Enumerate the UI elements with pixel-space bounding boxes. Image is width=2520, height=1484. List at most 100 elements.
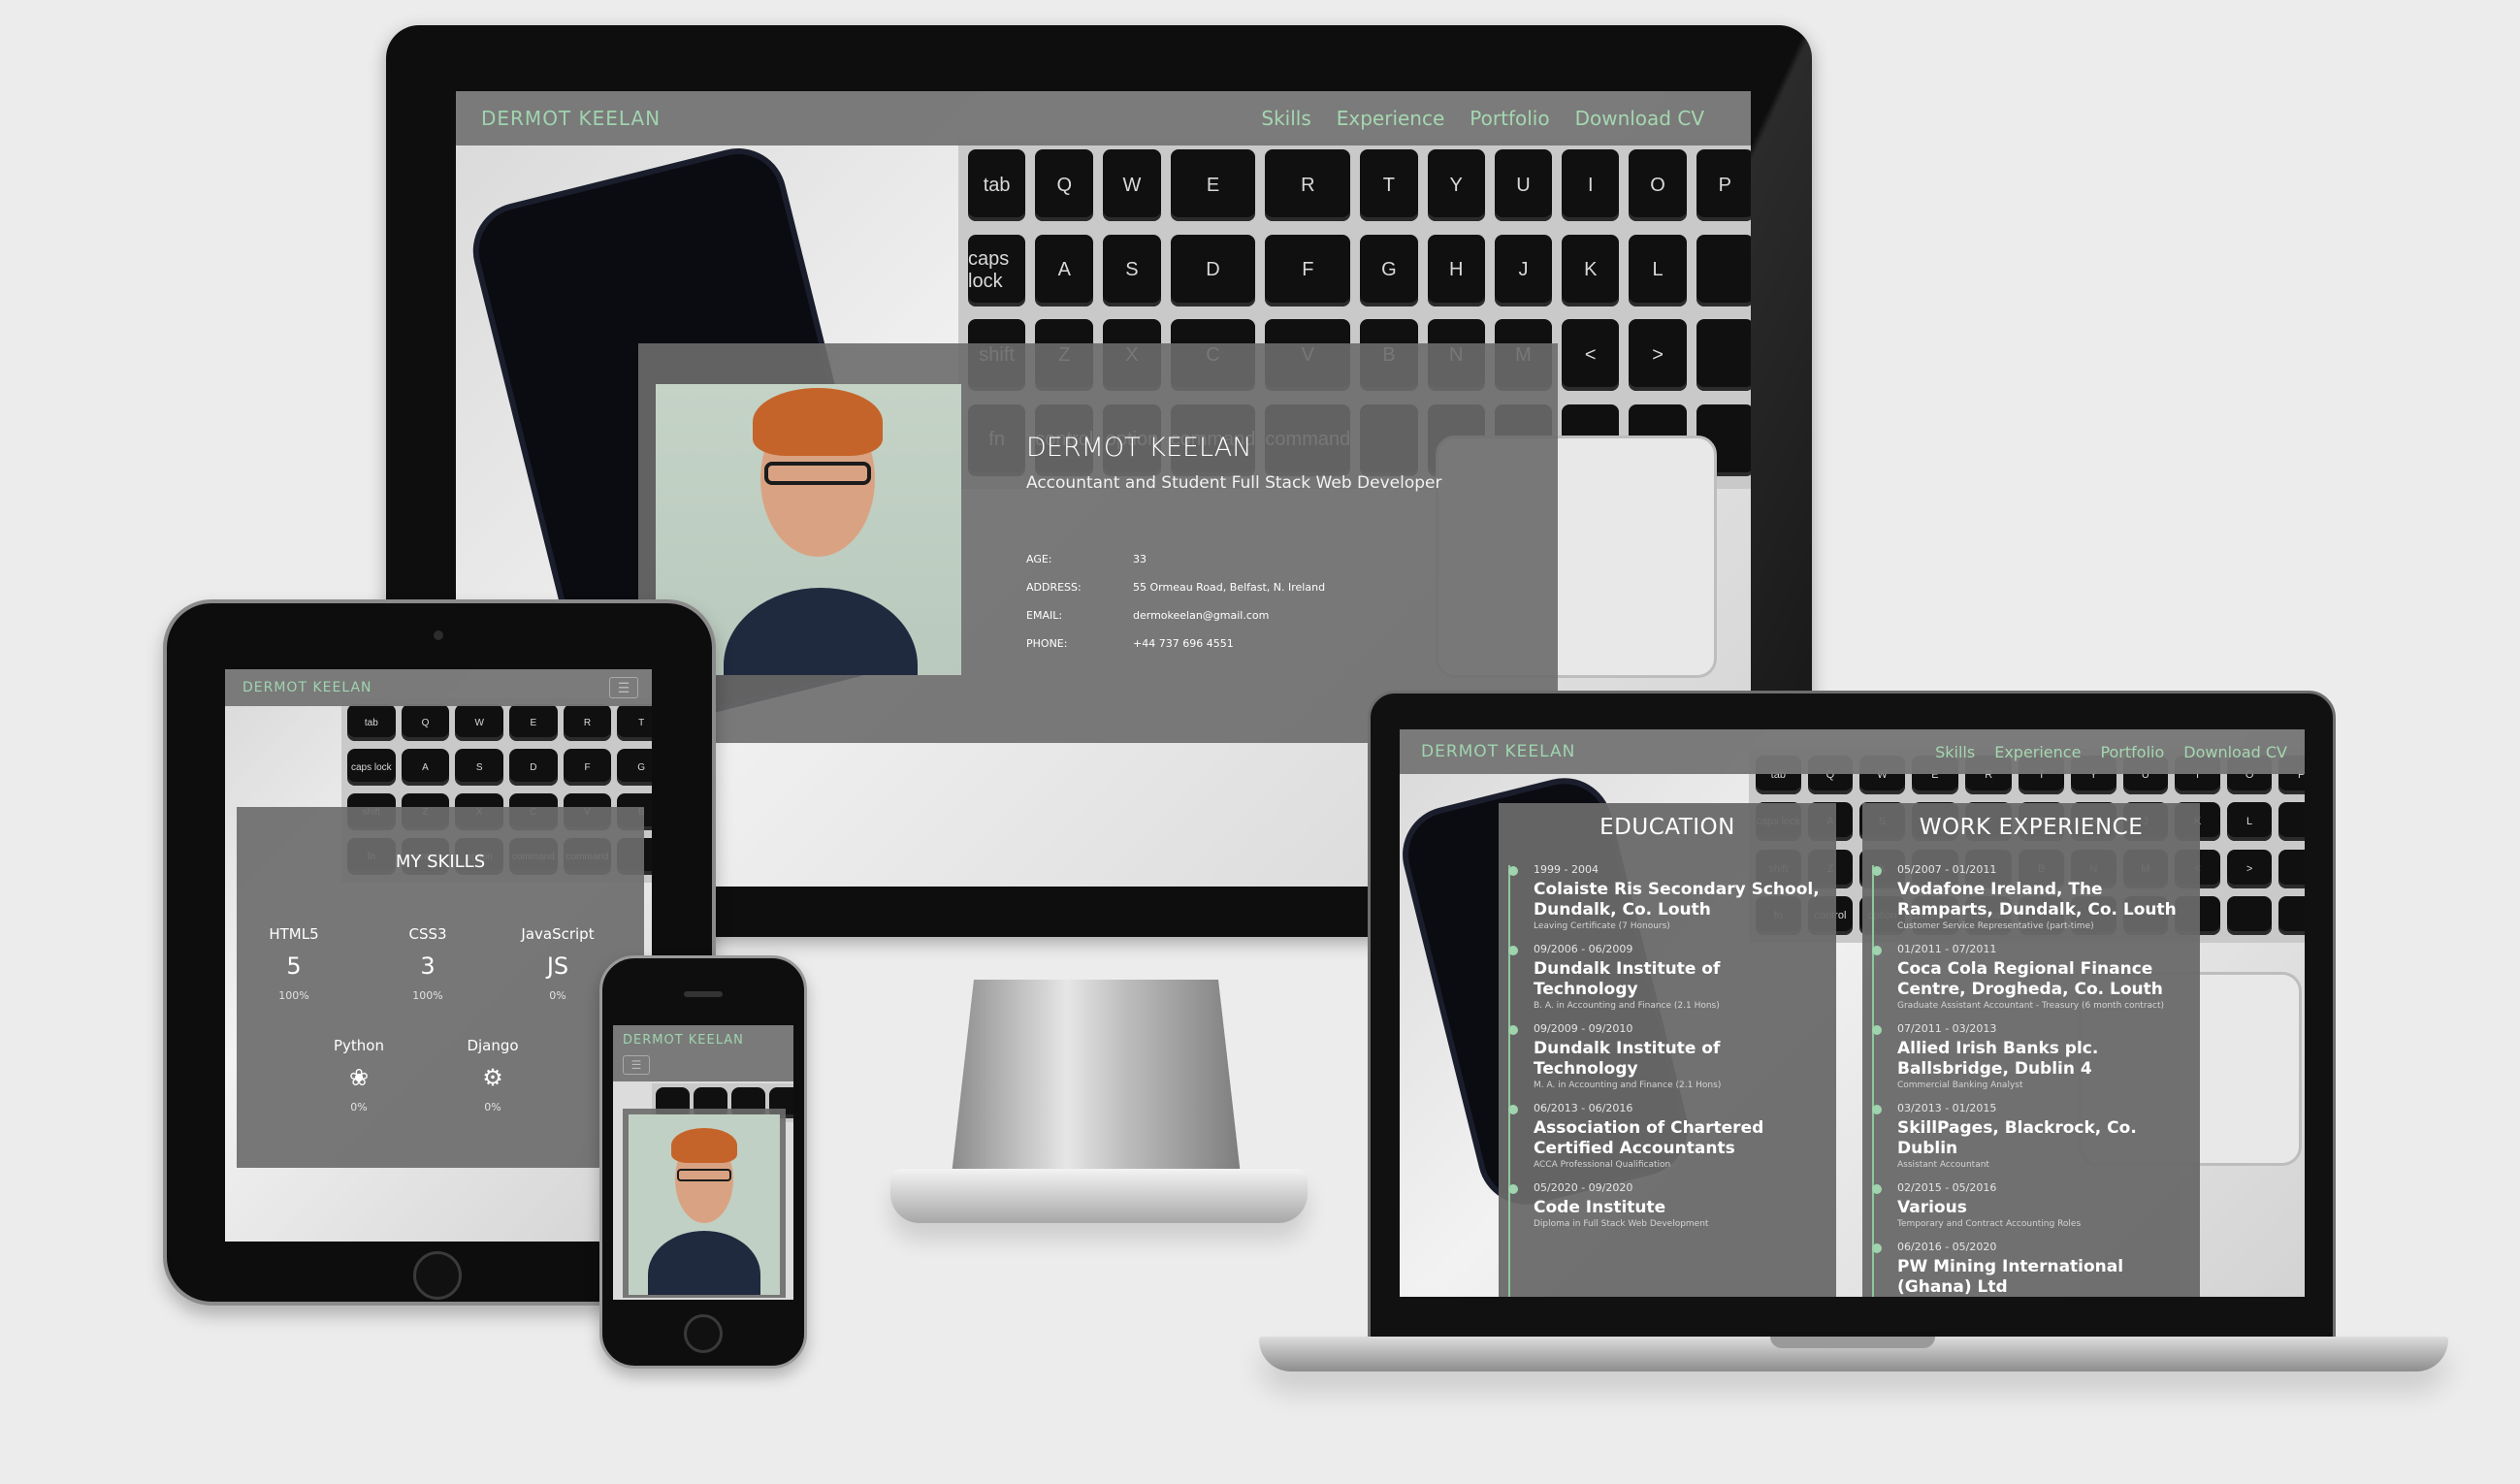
timeline-entry: 01/2011 - 07/2011 Coca Cola Regional Fina… (1868, 943, 2192, 1011)
entry-title: Dundalk Institute of Technology (1534, 1039, 1721, 1079)
brand-logo[interactable]: DERMOT KEELAN (1421, 742, 1575, 761)
css3-icon: 3 (420, 952, 436, 980)
timeline-entry: 09/2006 - 06/2009 Dundalk Institute of Te… (1504, 943, 1828, 1011)
nav-link-portfolio[interactable]: Portfolio (2100, 743, 2164, 761)
entry-title: Vodafone Ireland, The Ramparts, Dundalk,… (1897, 880, 2177, 919)
timeline-entry: 07/2011 - 03/2013 Allied Irish Banks plc.… (1868, 1022, 2192, 1090)
imac-base (890, 1169, 1308, 1223)
entry-subtitle: B. A. in Accounting and Finance (2.1 Hon… (1534, 1001, 1720, 1011)
profile-card: DERMOT KEELAN Accountant and Student Ful… (638, 343, 1558, 743)
timeline-dot (1508, 1105, 1518, 1114)
keyboard-key: T (617, 704, 652, 741)
ipad-home-button (413, 1251, 462, 1300)
entry-title: Coca Cola Regional Finance Centre, Drogh… (1897, 959, 2163, 999)
keyboard-key: L (2226, 802, 2273, 842)
timeline-dot (1872, 1184, 1882, 1194)
brand-logo[interactable]: DERMOT KEELAN (242, 680, 372, 695)
keyboard-key: T (1360, 149, 1418, 221)
keyboard-key: caps lock (968, 234, 1026, 306)
keyboard-key (1696, 319, 1751, 391)
detail-label: PHONE: (1026, 637, 1068, 650)
photo-shoulders (648, 1231, 760, 1295)
entry-subtitle: Leaving Certificate (7 Honours) (1534, 921, 1670, 931)
detail-label: EMAIL: (1026, 609, 1063, 622)
keyboard-key: U (1494, 149, 1553, 221)
keyboard-key: A (401, 749, 450, 786)
keyboard-key: R (563, 704, 612, 741)
keyboard-key: F (1265, 234, 1351, 306)
keyboard-key: caps lock (347, 749, 396, 786)
timeline-dot (1872, 1243, 1882, 1253)
nav-link-download-cv[interactable]: Download CV (1575, 107, 1704, 130)
timeline-dot (1508, 1025, 1518, 1035)
experience-heading: WORK EXPERIENCE (1919, 815, 2144, 840)
skill-item: CSS3 3 100% (374, 925, 481, 1002)
profile-name: DERMOT KEELAN (1026, 433, 1252, 463)
nav-link-experience[interactable]: Experience (1994, 743, 2081, 761)
javascript-icon: JS (546, 952, 569, 980)
hamburger-menu-icon[interactable]: ☰ (623, 1055, 650, 1075)
keyboard-key (2278, 895, 2305, 935)
skill-percent: 100% (278, 989, 309, 1002)
skill-item: Django ⚙ 0% (439, 1037, 546, 1113)
keyboard-key: G (617, 749, 652, 786)
navbar: DERMOT KEELAN Skills Experience Portfoli… (456, 91, 1751, 145)
entry-title: Dundalk Institute of Technology (1534, 959, 1721, 999)
entry-date: 06/2013 - 06/2016 (1534, 1102, 1633, 1114)
profile-photo (629, 1114, 780, 1295)
entry-date: 09/2009 - 09/2010 (1534, 1022, 1633, 1035)
navbar: DERMOT KEELAN Skills Experience Portfoli… (1400, 729, 2305, 774)
entry-subtitle: M. A. in Accounting and Finance (2.1 Hon… (1534, 1081, 1722, 1090)
entry-subtitle: Customer Service Representative (part-ti… (1897, 921, 2094, 931)
entry-title: Colaiste Ris Secondary School, Dundalk, … (1534, 880, 1820, 919)
nav-link-skills[interactable]: Skills (1935, 743, 1975, 761)
photo-hair (671, 1128, 737, 1163)
python-icon: ❀ (348, 1064, 370, 1091)
detail-row-age: AGE: 33 (1026, 545, 1325, 573)
navbar: DERMOT KEELAN ☰ (613, 1025, 793, 1081)
keyboard-key: I (1562, 149, 1620, 221)
detail-row-phone: PHONE: +44 737 696 4551 (1026, 629, 1325, 658)
profile-details: AGE: 33 ADDRESS: 55 Ormeau Road, Belfast, … (1026, 545, 1325, 658)
photo-glasses (677, 1169, 731, 1181)
nav-link-portfolio[interactable]: Portfolio (1470, 107, 1549, 130)
entry-subtitle: Commercial Banking Analyst (1897, 1081, 2023, 1090)
entry-title: Code Institute (1534, 1198, 1666, 1217)
keyboard-key: W (455, 704, 503, 741)
entry-date: 06/2016 - 05/2020 (1897, 1241, 1997, 1253)
iphone-speaker (684, 991, 723, 997)
keyboard-key: tab (347, 704, 396, 741)
keyboard-key: Y (1427, 149, 1485, 221)
nav-links: Skills Experience Portfolio Download CV (1935, 743, 2287, 761)
iphone-home-button (684, 1314, 723, 1353)
keyboard-key: < (1562, 319, 1620, 391)
nav-link-skills[interactable]: Skills (1261, 107, 1310, 130)
skill-item: HTML5 5 100% (241, 925, 347, 1002)
timeline-entry: 03/2013 - 01/2015 SkillPages, Blackrock, … (1868, 1102, 2192, 1170)
entry-title: SkillPages, Blackrock, Co. Dublin (1897, 1118, 2137, 1158)
timeline-dot (1872, 946, 1882, 955)
detail-label: ADDRESS: (1026, 581, 1082, 594)
entry-date: 05/2007 - 01/2011 (1897, 863, 1997, 876)
iphone-screen: DERMOT KEELAN ☰ (613, 1025, 793, 1300)
nav-link-experience[interactable]: Experience (1337, 107, 1445, 130)
hamburger-menu-icon[interactable]: ☰ (609, 677, 638, 698)
entry-subtitle: ACCA Professional Qualification (1534, 1160, 1671, 1170)
macbook-notch (1770, 1337, 1935, 1348)
entry-title: Association of Chartered Certified Accou… (1534, 1118, 1764, 1158)
ipad-camera (434, 630, 443, 640)
keyboard-key: H (1427, 234, 1485, 306)
skills-panel: MY SKILLS HTML5 5 100% CSS3 3 100% JavaScript J… (237, 807, 644, 1168)
experience-panel: WORK EXPERIENCE 05/2007 - 01/2011 Vodafon… (1862, 803, 2200, 1297)
keyboard-key: Q (1035, 149, 1094, 221)
keyboard-key: G (1360, 234, 1418, 306)
brand-logo[interactable]: DERMOT KEELAN (481, 107, 661, 130)
nav-link-download-cv[interactable]: Download CV (2183, 743, 2287, 761)
brand-logo[interactable]: DERMOT KEELAN (623, 1033, 744, 1048)
entry-date: 1999 - 2004 (1534, 863, 1599, 876)
keyboard-key: S (1103, 234, 1161, 306)
timeline-entry: 02/2015 - 05/2016 Various Temporary and Co… (1868, 1181, 2192, 1229)
detail-value[interactable]: dermokeelan@gmail.com (1133, 609, 1269, 622)
timeline-entry: 06/2013 - 06/2016 Association of Chartere… (1504, 1102, 1828, 1170)
detail-value[interactable]: +44 737 696 4551 (1133, 637, 1234, 650)
